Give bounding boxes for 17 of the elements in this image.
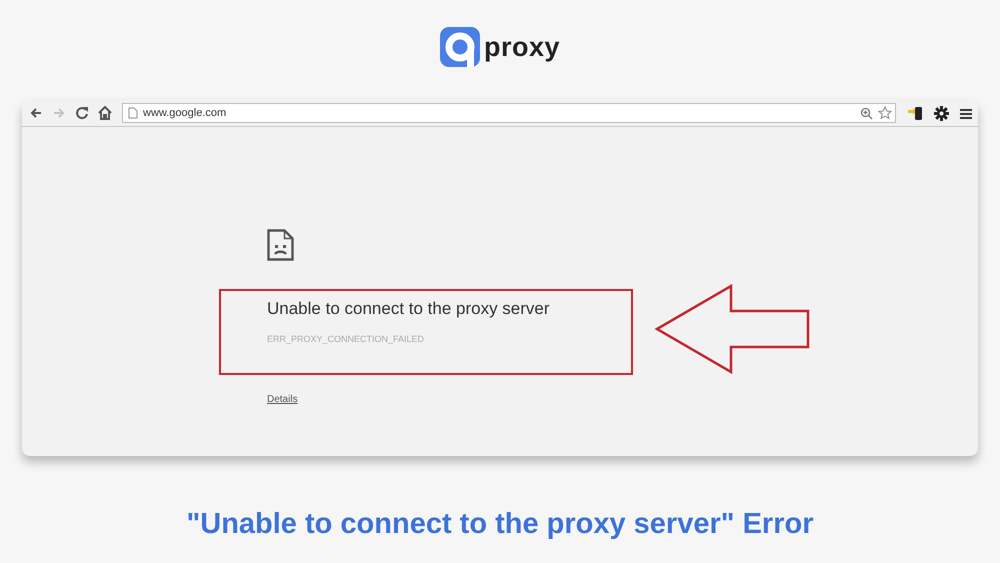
sad-page-icon [267, 229, 294, 261]
details-link[interactable]: Details [267, 394, 298, 405]
error-title: Unable to connect to the proxy server [267, 299, 551, 319]
settings-icon[interactable] [934, 106, 949, 120]
star-icon[interactable] [878, 106, 892, 120]
reload-button[interactable] [74, 105, 90, 121]
extension-icon[interactable] [907, 105, 923, 121]
caption-text: "Unable to connect to the proxy server" Error [186, 508, 814, 541]
address-bar[interactable]: www.google.com [122, 103, 896, 123]
page-icon [128, 107, 138, 119]
home-button[interactable] [97, 105, 113, 121]
menu-icon[interactable] [960, 108, 972, 118]
zoom-icon[interactable] [860, 106, 873, 120]
url-text: www.google.com [143, 107, 226, 119]
error-code: ERR_PROXY_CONNECTION_FAILED [267, 334, 426, 344]
logo-icon [440, 27, 480, 67]
logo-text: proxy [484, 32, 560, 62]
